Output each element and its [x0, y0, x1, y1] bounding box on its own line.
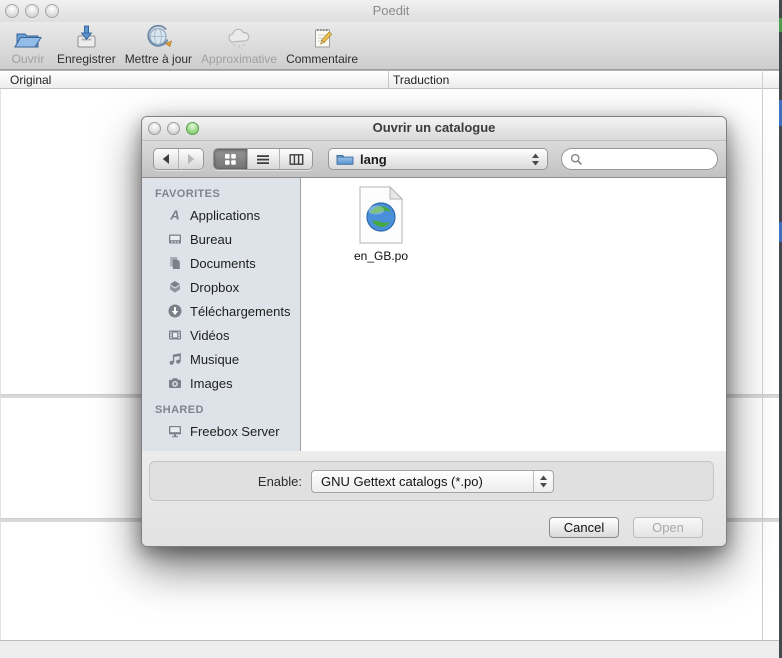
sidebar-item-videos[interactable]: Vidéos	[142, 323, 300, 347]
music-icon	[167, 351, 183, 367]
documents-icon	[167, 255, 183, 271]
sidebar-item-label: Bureau	[190, 232, 232, 247]
toolbar-label: Mettre à jour	[125, 52, 192, 66]
column-divider[interactable]	[388, 71, 389, 88]
display-icon	[167, 423, 183, 439]
dialog-title: Ouvrir un catalogue	[142, 117, 726, 139]
scrollbar-track-divider	[762, 70, 763, 640]
list-view-button[interactable]	[247, 149, 280, 169]
dropbox-icon	[167, 279, 183, 295]
forward-button[interactable]	[178, 149, 203, 169]
search-field[interactable]	[561, 148, 718, 170]
sidebar-item-label: Téléchargements	[190, 304, 290, 319]
sidebar-item-dropbox[interactable]: Dropbox	[142, 275, 300, 299]
forward-arrow-icon	[185, 151, 197, 167]
sidebar-item-freebox-server[interactable]: Freebox Server	[142, 419, 300, 443]
list-view-icon	[256, 153, 270, 166]
icon-view-button[interactable]	[214, 149, 247, 169]
shared-header: SHARED	[142, 401, 300, 419]
sidebar-item-label: Applications	[190, 208, 260, 223]
toolbar-label: Approximative	[201, 52, 277, 66]
folder-icon	[336, 152, 354, 166]
main-toolbar: Ouvrir Enregistrer	[0, 22, 782, 70]
file-format-popup[interactable]: GNU Gettext catalogs (*.po)	[311, 470, 554, 493]
enable-panel: Enable: GNU Gettext catalogs (*.po)	[149, 461, 714, 501]
desktop-icon	[167, 231, 183, 247]
popup-stepper	[533, 471, 553, 492]
current-folder-label: lang	[360, 152, 525, 167]
update-button[interactable]: Mettre à jour	[125, 24, 192, 66]
sidebar-item-label: Musique	[190, 352, 239, 367]
comment-button[interactable]: Commentaire	[286, 24, 358, 66]
toolbar-label: Enregistrer	[57, 52, 116, 66]
dialog-toolbar: lang	[142, 141, 726, 178]
dialog-content: FAVORITES A Applications	[142, 178, 726, 451]
sidebar-item-bureau[interactable]: Bureau	[142, 227, 300, 251]
file-name: en_GB.po	[354, 249, 408, 263]
sidebar-item-musique[interactable]: Musique	[142, 347, 300, 371]
open-confirm-button[interactable]: Open	[633, 517, 703, 538]
open-button[interactable]: Ouvrir	[8, 24, 48, 66]
update-icon	[143, 24, 173, 51]
toolbar-label: Commentaire	[286, 52, 358, 66]
dialog-close-button[interactable]	[148, 122, 161, 135]
nav-buttons	[153, 148, 204, 170]
stepper-arrows-icon	[539, 474, 548, 489]
cancel-button[interactable]: Cancel	[549, 517, 619, 538]
dialog-footer: Enable: GNU Gettext catalogs (*.po) Canc…	[142, 451, 726, 546]
column-view-button[interactable]	[279, 149, 312, 169]
favorites-header: FAVORITES	[142, 185, 300, 203]
status-bar	[0, 640, 782, 658]
grid-view-icon	[224, 153, 237, 166]
sidebar-item-label: Vidéos	[190, 328, 230, 343]
sidebar-item-label: Images	[190, 376, 233, 391]
sidebar: FAVORITES A Applications	[142, 178, 301, 451]
toolbar-label: Ouvrir	[12, 52, 45, 66]
file-format-value: GNU Gettext catalogs (*.po)	[321, 474, 483, 489]
main-window-title: Poedit	[0, 0, 782, 22]
sidebar-item-documents[interactable]: Documents	[142, 251, 300, 275]
back-button[interactable]	[154, 149, 178, 169]
po-file-globe-icon	[356, 186, 406, 244]
fuzzy-button[interactable]: Approximative	[201, 24, 277, 66]
main-titlebar: Poedit	[0, 0, 782, 22]
view-mode-control	[213, 148, 313, 170]
comment-note-icon	[307, 24, 337, 51]
pictures-icon	[167, 375, 183, 391]
movies-icon	[167, 327, 183, 343]
enable-label: Enable:	[150, 474, 302, 489]
sidebar-item-telechargements[interactable]: Téléchargements	[142, 299, 300, 323]
dialog-minimize-button[interactable]	[167, 122, 180, 135]
dialog-zoom-button[interactable]	[186, 122, 199, 135]
open-dialog: Ouvrir un catalogue	[141, 116, 727, 547]
save-button[interactable]: Enregistrer	[57, 24, 116, 66]
folder-popup[interactable]: lang	[328, 148, 548, 170]
search-icon	[570, 153, 583, 166]
popup-stepper-icon	[531, 152, 540, 167]
sidebar-item-label: Freebox Server	[190, 424, 280, 439]
open-folder-icon	[13, 24, 43, 51]
column-view-icon	[289, 153, 304, 166]
file-item[interactable]: en_GB.po	[329, 186, 433, 263]
sidebar-item-applications[interactable]: A Applications	[142, 203, 300, 227]
sidebar-item-label: Dropbox	[190, 280, 239, 295]
dialog-titlebar: Ouvrir un catalogue	[142, 117, 726, 141]
column-traduction[interactable]: Traduction	[393, 73, 449, 87]
sidebar-item-images[interactable]: Images	[142, 371, 300, 395]
save-icon	[71, 24, 101, 51]
file-browser[interactable]: en_GB.po	[301, 178, 726, 451]
screen: Poedit Ouvrir Enregistrer	[0, 0, 782, 658]
downloads-icon	[167, 303, 183, 319]
svg-text:A: A	[169, 208, 179, 223]
applications-icon: A	[167, 207, 183, 223]
column-original[interactable]: Original	[10, 73, 51, 87]
back-arrow-icon	[160, 151, 172, 167]
sidebar-item-label: Documents	[190, 256, 256, 271]
fuzzy-cloud-icon	[224, 24, 254, 51]
list-header: Original Traduction	[0, 70, 782, 89]
